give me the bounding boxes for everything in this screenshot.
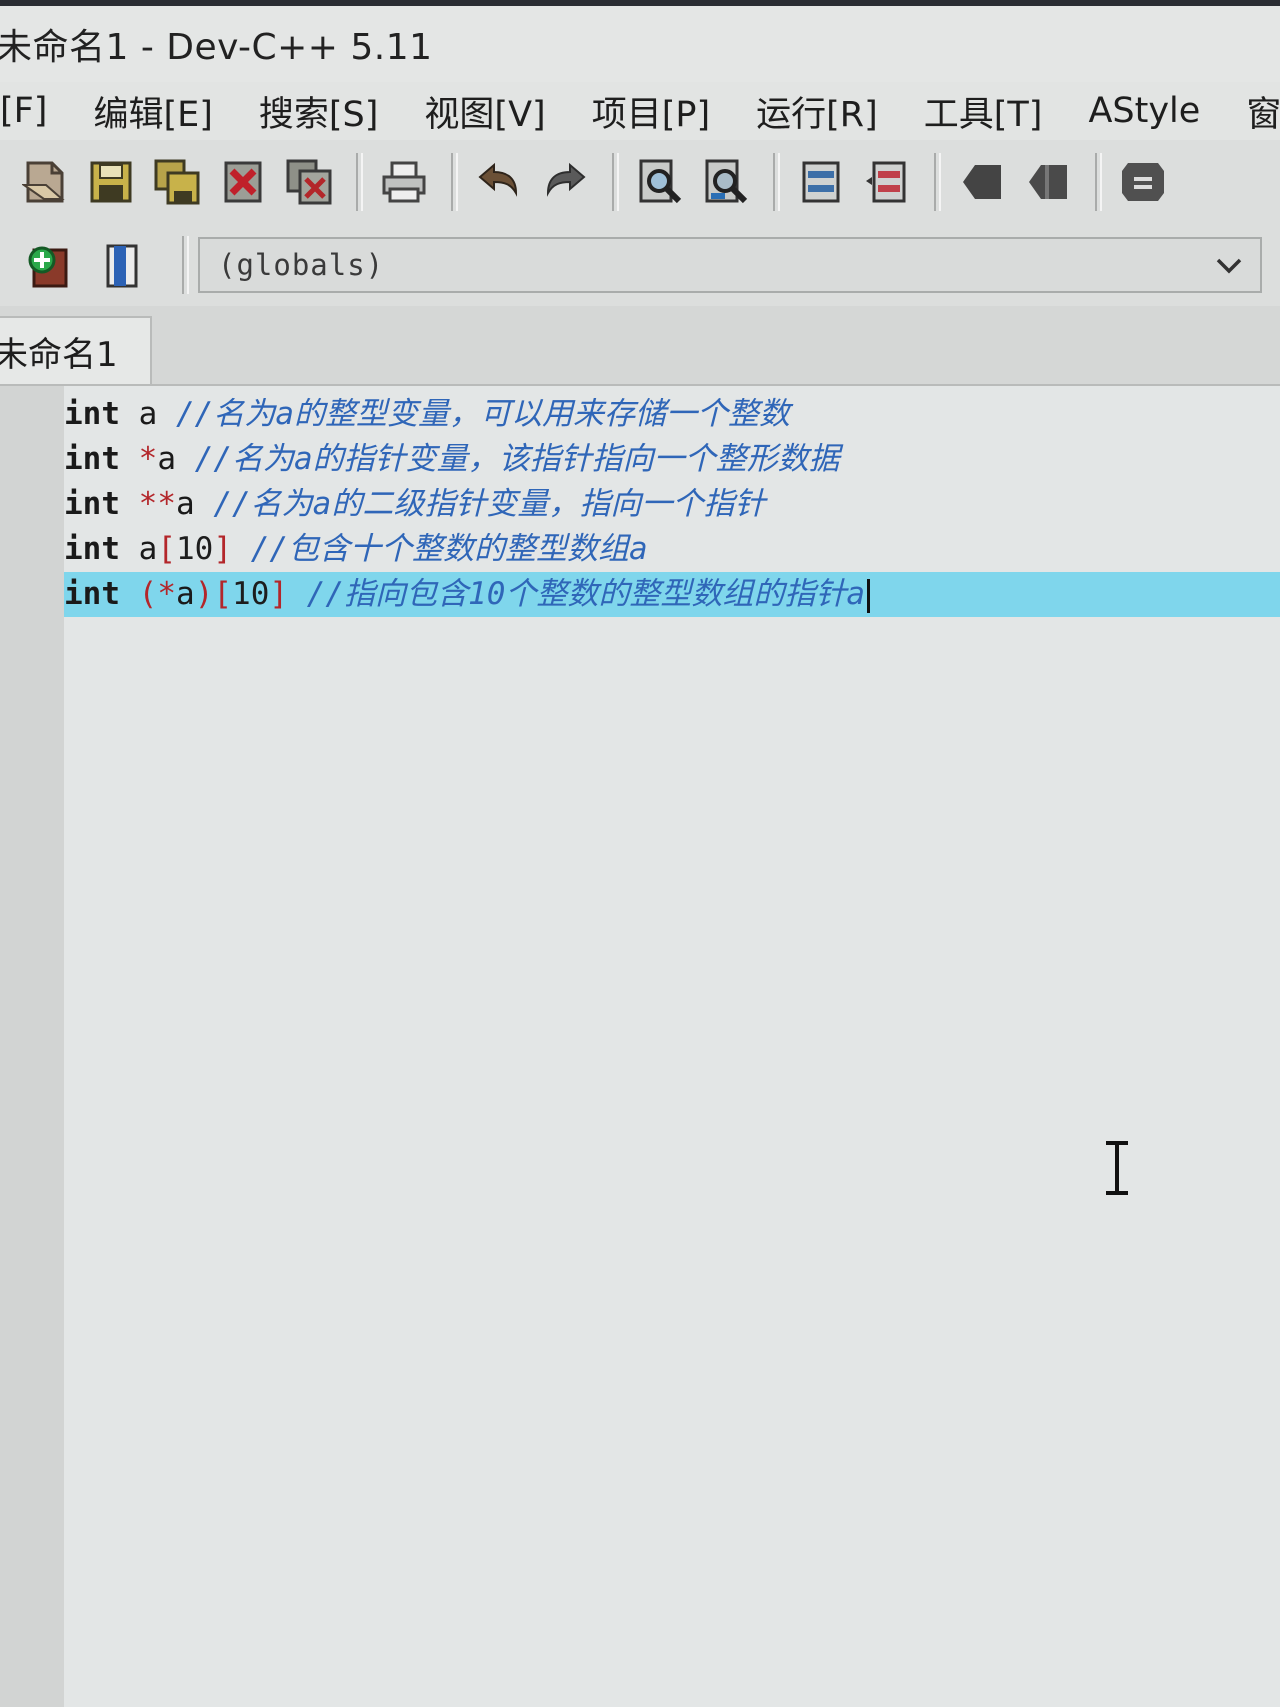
close-file-icon <box>224 161 262 203</box>
new-class-button[interactable] <box>20 238 74 292</box>
code-line-1[interactable]: int a //名为a的整型变量，可以用来存储一个整数 <box>64 392 1280 437</box>
editor-gutter[interactable] <box>0 386 64 1707</box>
bookmark-next-icon <box>1029 165 1067 199</box>
bookmark-prev-button[interactable] <box>955 155 1009 209</box>
print-button[interactable] <box>377 155 431 209</box>
menu-file[interactable]: [F] <box>0 91 47 131</box>
menu-tools[interactable]: 工具[T] <box>924 86 1043 137</box>
menu-window[interactable]: 窗口 <box>1246 86 1280 137</box>
open-file-button[interactable] <box>18 155 72 209</box>
menu-project[interactable]: 项目[P] <box>592 86 710 137</box>
code-line-5-current[interactable]: int (*a)[10] //指向包含10个整数的整型数组的指针a <box>64 572 1280 617</box>
ibeam-cursor-icon <box>1106 1141 1128 1195</box>
save-button[interactable] <box>84 155 138 209</box>
title-bar: 未命名1 - Dev-C++ 5.11 <box>0 6 1280 82</box>
identifier: a <box>176 486 195 522</box>
identifier: a <box>138 531 158 567</box>
code-area[interactable]: int a //名为a的整型变量，可以用来存储一个整数 int *a //名为a… <box>64 392 1280 617</box>
toolbar-separator <box>182 236 189 294</box>
toggle-comment-icon <box>1122 163 1164 201</box>
close-file-button[interactable] <box>216 155 270 209</box>
toolbar-separator <box>773 153 780 211</box>
redo-button[interactable] <box>538 155 592 209</box>
paren: ) <box>194 576 214 612</box>
bookmark-next-button[interactable] <box>1021 155 1075 209</box>
undo-button[interactable] <box>472 155 526 209</box>
keyword: int <box>64 486 120 522</box>
comment: //名为a的整型变量，可以用来存储一个整数 <box>176 396 791 432</box>
scope-dropdown[interactable]: (globals) <box>198 237 1262 293</box>
unindent-icon <box>866 161 906 203</box>
main-toolbar <box>0 140 1280 225</box>
identifier: a <box>138 396 158 432</box>
code-line-2[interactable]: int *a //名为a的指针变量，该指针指向一个整形数据 <box>64 437 1280 482</box>
toolbar-separator <box>451 153 458 211</box>
tab-untitled1[interactable]: 未命名1 <box>0 316 152 384</box>
find-icon <box>639 159 682 204</box>
code-editor[interactable]: int a //名为a的整型变量，可以用来存储一个整数 int *a //名为a… <box>0 386 1280 1707</box>
menu-run[interactable]: 运行[R] <box>756 86 878 137</box>
text-caret <box>867 578 871 613</box>
replace-button[interactable] <box>699 155 753 209</box>
toolbar-separator <box>356 153 363 211</box>
comment: //名为a的指针变量，该指针指向一个整形数据 <box>194 441 840 477</box>
number-literal: 10 <box>232 576 270 612</box>
pointer-operator: * <box>138 441 158 477</box>
keyword: int <box>64 576 120 612</box>
undo-icon <box>478 162 518 197</box>
replace-icon <box>705 159 748 204</box>
paren: ( <box>138 576 158 612</box>
comment: //名为a的二级指针变量，指向一个指针 <box>213 486 766 522</box>
bracket: ] <box>213 531 233 567</box>
toolbar-separator <box>934 153 941 211</box>
bracket: [ <box>213 576 233 612</box>
window-title: 未命名1 - Dev-C++ 5.11 <box>0 27 433 68</box>
add-class-icon <box>28 246 68 288</box>
comment: //指向包含10个整数的整型数组的指针a <box>306 576 866 612</box>
menu-search[interactable]: 搜索[S] <box>259 86 379 137</box>
bracket: [ <box>157 531 177 567</box>
save-all-button[interactable] <box>150 155 204 209</box>
pointer-operator: * <box>157 576 177 612</box>
pointer-operator: ** <box>138 486 176 522</box>
chevron-down-icon[interactable] <box>1212 249 1246 283</box>
toolbar-separator <box>612 153 619 211</box>
class-toolbar: (globals) <box>0 224 1280 307</box>
book-icon <box>106 244 138 288</box>
save-all-icon <box>154 159 200 205</box>
close-all-button[interactable] <box>282 155 336 209</box>
close-all-icon <box>286 159 332 205</box>
comment: //包含十个整数的整型数组a <box>250 531 648 567</box>
keyword: int <box>64 531 120 567</box>
identifier: a <box>176 576 195 612</box>
keyword: int <box>64 441 120 477</box>
bracket: ] <box>269 576 289 612</box>
open-file-icon <box>22 161 65 203</box>
keyword: int <box>64 396 120 432</box>
toolbar-separator <box>1095 153 1102 211</box>
save-icon <box>90 161 132 203</box>
unindent-button[interactable] <box>860 155 914 209</box>
code-line-4[interactable]: int a[10] //包含十个整数的整型数组a <box>64 527 1280 572</box>
bookmark-prev-icon <box>963 165 1001 199</box>
editor-tab-bar: 未命名1 <box>0 306 1280 386</box>
class-browser-button[interactable] <box>96 238 150 292</box>
redo-icon <box>546 162 586 197</box>
menu-edit[interactable]: 编辑[E] <box>93 86 212 137</box>
number-literal: 10 <box>176 531 214 567</box>
indent-button[interactable] <box>794 155 848 209</box>
scope-value: (globals) <box>218 248 385 282</box>
toggle-comment-button[interactable] <box>1116 155 1170 209</box>
indent-icon <box>802 161 840 203</box>
tab-label: 未命名1 <box>0 334 118 375</box>
code-line-3[interactable]: int **a //名为a的二级指针变量，指向一个指针 <box>64 482 1280 527</box>
print-icon <box>382 161 426 203</box>
menu-view[interactable]: 视图[V] <box>424 86 545 137</box>
find-button[interactable] <box>633 155 687 209</box>
menu-astyle[interactable]: AStyle <box>1088 91 1200 131</box>
menu-bar: [F] 编辑[E] 搜索[S] 视图[V] 项目[P] 运行[R] 工具[T] … <box>0 82 1280 140</box>
identifier: a <box>157 441 177 477</box>
